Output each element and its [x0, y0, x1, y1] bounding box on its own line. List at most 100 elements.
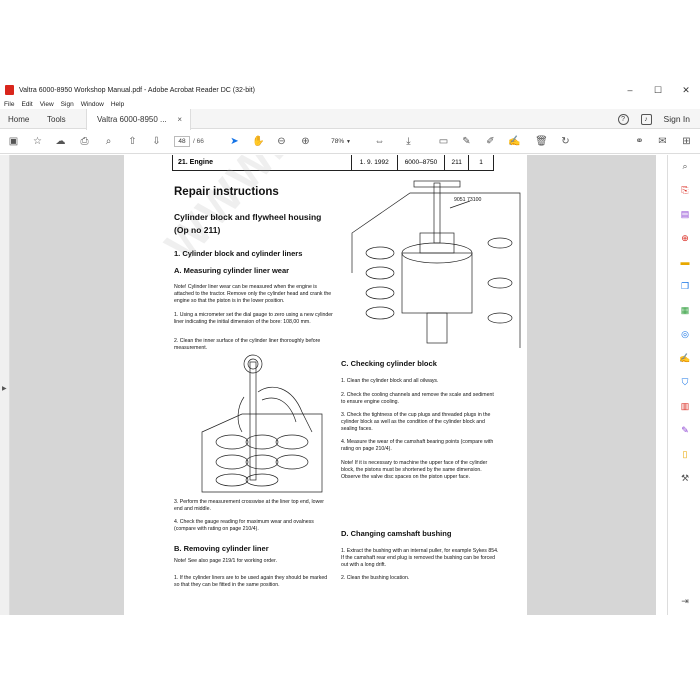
- toolbar: ▣ ☆ ☁ ⎙ ⌕ ⇧ ⇩ 48 / 66 ➤ ✋ ⊖ ⊕ 78% ▼ ⇔ ⤓ …: [0, 130, 700, 154]
- document-viewport[interactable]: 21. Engine 1. 9. 1992 6000–8750 211 1 WW…: [10, 155, 656, 615]
- protect-icon[interactable]: ⛉: [679, 376, 691, 388]
- expand-arrow-icon: ▶: [2, 386, 7, 392]
- doc-subtitle-1: Cylinder block and flywheel housing: [174, 212, 322, 222]
- section-a-step-1: 1. Using a micrometer set the dial gauge…: [174, 312, 333, 325]
- section-c-note: Note! If it is necessary to machine the …: [341, 460, 488, 480]
- menu-window[interactable]: Window: [81, 101, 104, 108]
- close-button[interactable]: ✕: [672, 81, 700, 99]
- section-1-heading: 1. Cylinder block and cylinder liners: [174, 249, 303, 258]
- more-tools-icon[interactable]: ⊞: [680, 135, 693, 148]
- right-tools-panel: ⌕ ⎘ ▤ ⊕ ▬ ❐ ▦ ◎ ✍ ⛉ ▥ ✎ ▯ ⚒ ⇥: [667, 155, 700, 615]
- fill-sign-panel-icon[interactable]: ✍: [679, 352, 691, 364]
- upload-icon[interactable]: ☁: [54, 135, 67, 148]
- header-code: 211: [445, 155, 470, 170]
- organize-pages-icon[interactable]: ▦: [679, 304, 691, 316]
- email-icon[interactable]: ✉: [656, 135, 669, 148]
- search-icon[interactable]: ⌕: [102, 135, 115, 148]
- tab-tools[interactable]: Tools: [47, 109, 66, 129]
- print-icon[interactable]: ⎙: [78, 135, 91, 148]
- highlight-pen-icon[interactable]: ✎: [460, 135, 473, 148]
- menu-file[interactable]: File: [4, 101, 14, 108]
- more-tools-panel-icon[interactable]: ⚒: [679, 472, 691, 484]
- hand-tool-icon[interactable]: ✋: [252, 135, 265, 148]
- menu-edit[interactable]: Edit: [21, 101, 32, 108]
- zoom-dropdown[interactable]: 78% ▼: [322, 136, 360, 147]
- select-cursor-icon[interactable]: ➤: [228, 135, 241, 148]
- acrobat-icon: [5, 85, 14, 95]
- menu-view[interactable]: View: [40, 101, 54, 108]
- redact-icon[interactable]: ▥: [679, 400, 691, 412]
- help-icon[interactable]: ?: [617, 113, 629, 125]
- section-a-step-2: 2. Clean the inner surface of the cylind…: [174, 338, 321, 351]
- create-pdf-icon[interactable]: ⊕: [679, 232, 691, 244]
- window-title: Valtra 6000-8950 Workshop Manual.pdf - A…: [19, 86, 255, 94]
- notifications-icon[interactable]: ♪: [640, 113, 652, 125]
- page-header-table: 21. Engine 1. 9. 1992 6000–8750 211 1: [172, 155, 494, 171]
- section-c-step-3: 3. Check the tightness of the cup plugs …: [341, 412, 491, 432]
- section-c-step-4: 4. Measure the wear of the camshaft bear…: [341, 439, 494, 452]
- section-c-step-2: 2. Check the cooling channels and remove…: [341, 392, 494, 405]
- save-icon[interactable]: ▣: [7, 135, 20, 148]
- section-c-step-1: 1. Clean the cylinder block and all oilw…: [341, 378, 439, 384]
- tab-close-icon[interactable]: ×: [177, 115, 182, 124]
- pdf-page: 21. Engine 1. 9. 1992 6000–8750 211 1 WW…: [124, 155, 546, 615]
- share-link-icon[interactable]: ⚭: [633, 135, 646, 148]
- minimize-button[interactable]: –: [616, 81, 644, 99]
- header-page: 1: [479, 159, 483, 166]
- section-b-step-1: 1. If the cylinder liners are to be used…: [174, 575, 328, 588]
- tool-part-number: 9051 73100: [454, 197, 482, 203]
- liner-puller-illustration: [351, 180, 521, 348]
- comment-panel-icon[interactable]: ▬: [679, 256, 691, 268]
- tab-bar-right: ? ♪ Sign In: [606, 109, 690, 129]
- section-d-heading: D. Changing camshaft bushing: [341, 529, 452, 538]
- page-number-input[interactable]: 48: [174, 136, 190, 147]
- section-a-step-4: 4. Check the gauge reading for maximum w…: [174, 519, 314, 532]
- rotate-icon[interactable]: ↻: [559, 135, 572, 148]
- sign-in-button[interactable]: Sign In: [664, 114, 690, 124]
- tab-home[interactable]: Home: [8, 109, 29, 129]
- section-c-heading: C. Checking cylinder block: [341, 359, 437, 368]
- combine-files-icon[interactable]: ❐: [679, 280, 691, 292]
- zoom-value: 78%: [331, 138, 345, 145]
- tab-document-label: Valtra 6000-8950 ...: [97, 115, 167, 124]
- doc-title: Repair instructions: [174, 186, 279, 198]
- header-section: 21. Engine: [173, 155, 352, 170]
- send-for-signature-icon[interactable]: ✎: [679, 424, 691, 436]
- section-a-heading: A. Measuring cylinder liner wear: [174, 266, 290, 275]
- menu-help[interactable]: Help: [111, 101, 124, 108]
- delete-icon[interactable]: 🗑: [535, 135, 548, 148]
- edit-pdf-icon[interactable]: ▤: [679, 208, 691, 220]
- section-a-step-3: 3. Perform the measurement crosswise at …: [174, 499, 324, 512]
- draw-icon[interactable]: ✐: [484, 135, 497, 148]
- comment-icon[interactable]: ▭: [437, 135, 450, 148]
- section-d-step-2: 2. Clean the bushing location.: [341, 575, 410, 581]
- page-count: / 66: [193, 138, 204, 145]
- tab-document[interactable]: Valtra 6000-8950 ... ×: [86, 109, 191, 130]
- fill-sign-icon[interactable]: ✍: [508, 135, 521, 148]
- cylinder-gauge-illustration: [201, 354, 323, 493]
- maximize-button[interactable]: ☐: [644, 81, 672, 99]
- next-page-icon[interactable]: ⇩: [150, 135, 163, 148]
- fit-page-icon[interactable]: ⇔: [373, 135, 386, 148]
- window-controls: – ☐ ✕: [616, 81, 700, 99]
- left-panel-toggle[interactable]: ▶: [0, 155, 10, 615]
- export-pdf-icon[interactable]: ⎘: [679, 184, 691, 196]
- menu-bar: File Edit View Sign Window Help: [0, 99, 700, 109]
- zoom-in-icon[interactable]: ⊕: [299, 135, 312, 148]
- section-b-heading: B. Removing cylinder liner: [174, 544, 269, 553]
- chevron-down-icon: ▼: [345, 138, 351, 145]
- scan-ocr-icon[interactable]: ◎: [679, 328, 691, 340]
- send-track-icon[interactable]: ▯: [679, 448, 691, 460]
- header-date: 1. 9. 1992: [352, 155, 398, 170]
- header-model: 6000–8750: [398, 155, 446, 170]
- menu-sign[interactable]: Sign: [61, 101, 74, 108]
- previous-page-icon[interactable]: ⇧: [126, 135, 139, 148]
- scroll-mode-icon[interactable]: ⤓: [402, 135, 415, 148]
- zoom-out-icon[interactable]: ⊖: [275, 135, 288, 148]
- doc-subtitle-2: (Op no 211): [174, 225, 221, 235]
- section-b-note: Note! See also page 219/1 for working or…: [174, 558, 277, 564]
- tab-bar: Home Tools Valtra 6000-8950 ... × ? ♪ Si…: [0, 109, 700, 130]
- collapse-panel-icon[interactable]: ⇥: [679, 595, 691, 607]
- search-panel-icon[interactable]: ⌕: [679, 160, 691, 172]
- bookmark-star-icon[interactable]: ☆: [31, 135, 44, 148]
